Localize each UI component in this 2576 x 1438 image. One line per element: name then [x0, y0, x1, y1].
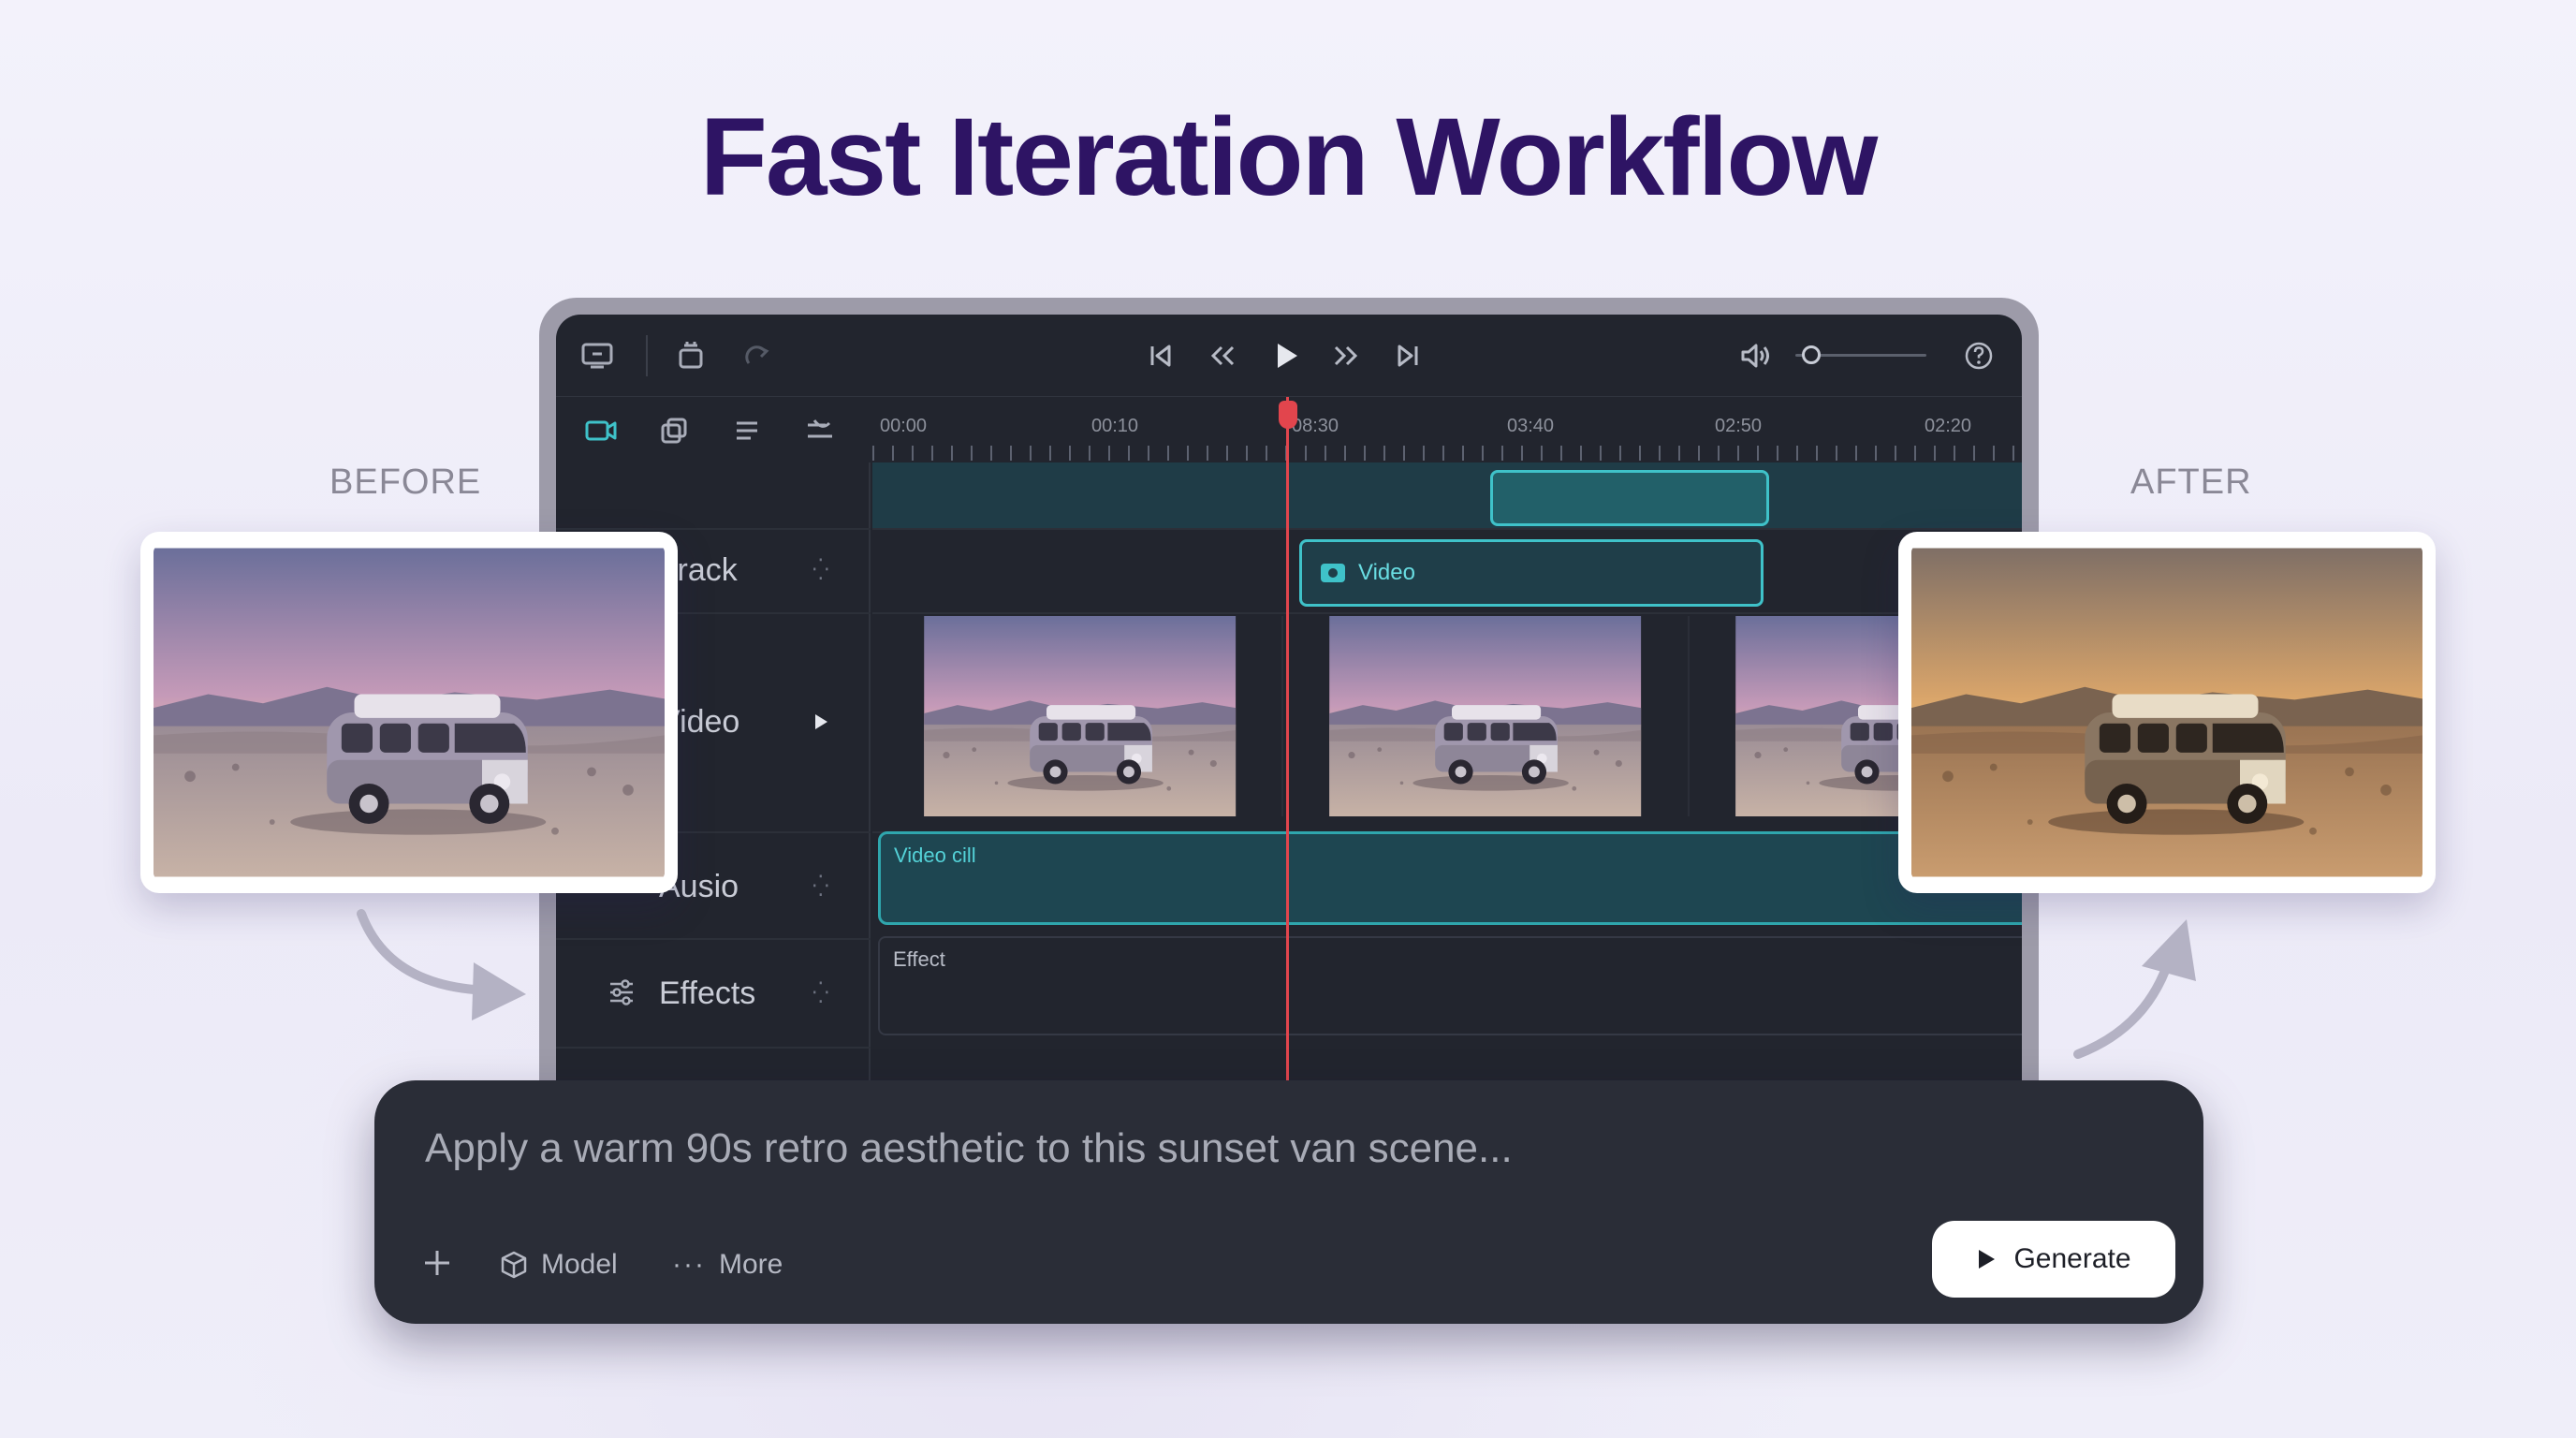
- model-button[interactable]: Model: [500, 1249, 618, 1281]
- plus-icon: [425, 1251, 449, 1275]
- rewind-icon[interactable]: [1204, 337, 1241, 374]
- prompt-input[interactable]: Apply a warm 90s retro aesthetic to this…: [425, 1125, 1513, 1172]
- redo-icon[interactable]: [739, 337, 777, 374]
- drag-handle-icon[interactable]: ⁛: [812, 981, 828, 1005]
- fast-forward-icon[interactable]: [1327, 337, 1365, 374]
- ruler-label: 00:10: [1091, 416, 1139, 436]
- split-tracks-icon[interactable]: [801, 412, 839, 449]
- skip-back-icon[interactable]: [1142, 337, 1179, 374]
- skip-forward-icon[interactable]: [1389, 337, 1427, 374]
- page-title: Fast Iteration Workflow: [699, 95, 1879, 219]
- before-label: BEFORE: [329, 462, 482, 502]
- sliders-icon: [605, 976, 638, 1009]
- curved-arrow-icon: [2073, 919, 2196, 1059]
- ellipsis-icon: ···: [672, 1249, 706, 1280]
- after-label: AFTER: [2130, 462, 2252, 502]
- volume-icon[interactable]: [1737, 337, 1775, 374]
- camera-icon: [1321, 564, 1345, 582]
- drag-handle-icon[interactable]: ⁛: [812, 874, 828, 899]
- ruler-label: 08:30: [1292, 416, 1339, 436]
- playhead-handle[interactable]: [1279, 401, 1297, 429]
- ruler-label: 03:40: [1507, 416, 1555, 436]
- timeline-ruler[interactable]: 00:00 00:10 08:30 03:40 02:50 02:20: [872, 397, 2022, 462]
- before-photo: [154, 545, 665, 880]
- track-header-empty: [556, 462, 871, 530]
- menu-lines-icon[interactable]: [728, 412, 766, 449]
- editor-toolbar: [556, 315, 2022, 397]
- audio-clip-label: Video cill: [894, 844, 976, 867]
- toolbar-separator: [646, 335, 648, 376]
- volume-slider-handle[interactable]: [1801, 345, 1821, 364]
- effect-clip[interactable]: Effect: [878, 936, 2022, 1035]
- play-icon[interactable]: [1266, 335, 1307, 376]
- drag-handle-icon[interactable]: ⁛: [812, 558, 828, 582]
- audio-clip[interactable]: Video cill: [878, 831, 2022, 925]
- expand-arrow-icon[interactable]: [807, 708, 835, 736]
- film-frame: [1283, 616, 1690, 816]
- track-lane: Video: [872, 530, 2022, 614]
- track-header-effects[interactable]: Effects ⁛: [556, 940, 871, 1049]
- top-lane: [872, 462, 2022, 530]
- play-icon: [1979, 1250, 1996, 1269]
- curved-arrow-icon: [357, 909, 526, 1020]
- layers-icon[interactable]: [672, 337, 710, 374]
- film-frame: [878, 616, 1284, 816]
- monitor-icon[interactable]: [578, 337, 616, 374]
- copy-clip-icon[interactable]: [655, 412, 693, 449]
- after-image-card: [1898, 532, 2436, 893]
- after-photo: [1911, 545, 2422, 880]
- ruler-label: 00:00: [880, 416, 928, 436]
- effect-clip-label: Effect: [893, 947, 945, 971]
- video-camera-icon[interactable]: [582, 412, 620, 449]
- generate-button[interactable]: Generate: [1932, 1221, 2175, 1298]
- ruler-label: 02:20: [1925, 416, 1972, 436]
- add-button[interactable]: [423, 1249, 451, 1277]
- more-button[interactable]: ··· More: [672, 1249, 783, 1281]
- video-clip-label: Video: [1358, 560, 1415, 585]
- track-label: Effects: [659, 976, 756, 1011]
- before-image-card: [140, 532, 678, 893]
- cube-icon: [501, 1251, 527, 1279]
- video-clip[interactable]: Video: [1299, 539, 1764, 607]
- model-label: Model: [541, 1249, 618, 1280]
- track-tools: [556, 397, 871, 462]
- help-icon[interactable]: [1958, 335, 1999, 376]
- prompt-bar: Apply a warm 90s retro aesthetic to this…: [374, 1080, 2203, 1324]
- generate-label: Generate: [2013, 1243, 2131, 1274]
- ruler-label: 02:50: [1715, 416, 1763, 436]
- video-filmstrip[interactable]: [878, 616, 2022, 816]
- ruler-ticks: [872, 446, 2022, 461]
- timeline-clip[interactable]: [1490, 470, 1769, 526]
- more-label: More: [718, 1249, 783, 1280]
